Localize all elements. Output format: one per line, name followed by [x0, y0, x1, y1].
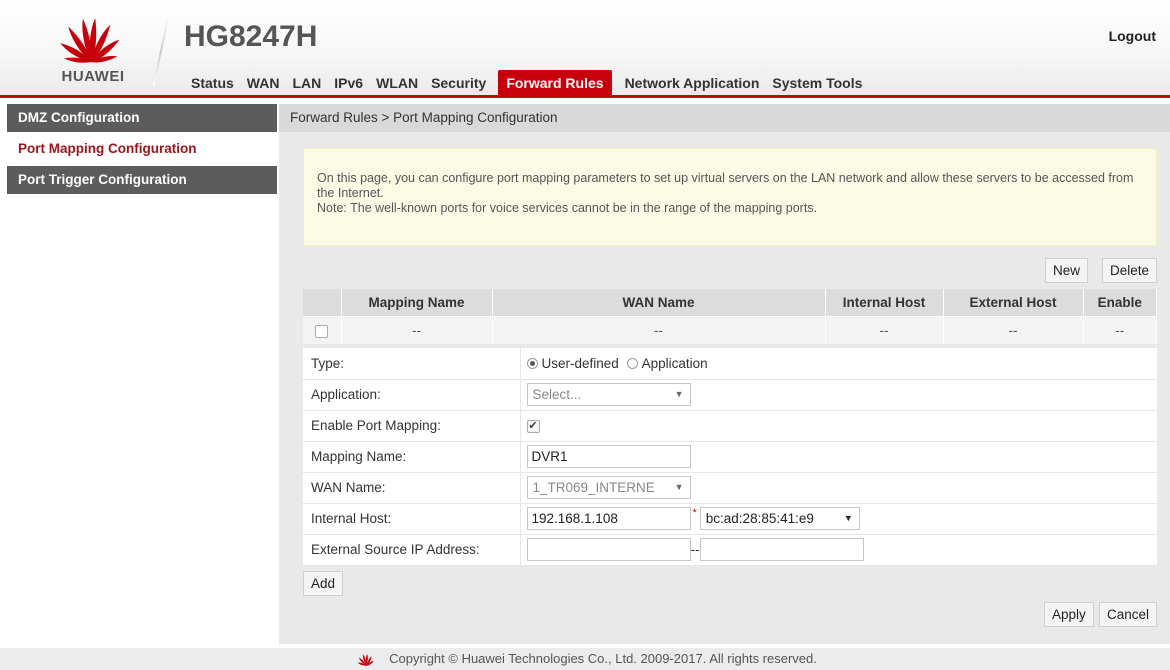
port-mapping-table: Mapping Name WAN Name Internal Host Exte…: [303, 289, 1157, 344]
nav-ipv6[interactable]: IPv6: [329, 70, 368, 96]
nav-wan[interactable]: WAN: [242, 70, 285, 96]
application-select-value: Select...: [532, 387, 582, 402]
wan-name-select-value: 1_TR069_INTERNE: [532, 480, 655, 495]
delete-button[interactable]: Delete: [1102, 258, 1158, 283]
type-user-defined-label[interactable]: User-defined: [542, 356, 619, 371]
table-row-select[interactable]: [303, 315, 342, 344]
info-notice: On this page, you can configure port map…: [303, 148, 1157, 246]
top-nav: Status WAN LAN IPv6 WLAN Security Forwar…: [186, 66, 870, 96]
table-cell-enable: --: [1083, 315, 1157, 344]
wan-name-select[interactable]: 1_TR069_INTERNE ▼: [526, 476, 691, 499]
table-header-mapping-name: Mapping Name: [341, 289, 493, 316]
form-row-type: Type: User-defined Application: [303, 348, 1157, 380]
main-panel: Forward Rules > Port Mapping Configurati…: [279, 104, 1170, 644]
table-cell-internal-host: --: [825, 315, 944, 344]
breadcrumb: Forward Rules > Port Mapping Configurati…: [279, 104, 1170, 132]
required-marker: *: [692, 507, 697, 519]
table-header-internal-host: Internal Host: [825, 289, 944, 316]
nav-lan[interactable]: LAN: [287, 70, 326, 96]
type-user-defined-radio[interactable]: [526, 358, 538, 370]
type-label: Type:: [303, 348, 521, 380]
enable-port-mapping-checkbox[interactable]: ✔: [526, 419, 540, 433]
type-application-label[interactable]: Application: [642, 356, 708, 371]
checkmark-icon: ✔: [528, 419, 538, 432]
apply-button[interactable]: Apply: [1044, 602, 1094, 627]
table-header-wan-name: WAN Name: [492, 289, 826, 316]
port-mapping-form: Type: User-defined Application Applicati…: [303, 348, 1157, 566]
nav-forward-rules[interactable]: Forward Rules: [498, 70, 612, 96]
sidebar-item-dmz-configuration[interactable]: DMZ Configuration: [7, 104, 277, 132]
notice-text: On this page, you can configure port map…: [317, 171, 1134, 200]
new-button[interactable]: New: [1045, 258, 1089, 283]
chevron-down-icon: ▼: [674, 389, 684, 399]
logout-link[interactable]: Logout: [1109, 28, 1156, 44]
footer: Copyright © Huawei Technologies Co., Ltd…: [0, 648, 1170, 670]
huawei-flower-icon: [60, 18, 120, 63]
header: HUAWEI HG8247H Logout Status WAN LAN IPv…: [0, 0, 1170, 98]
form-row-internal-host: Internal Host: 192.168.1.108 * bc:ad:28:85…: [303, 503, 1157, 535]
table-cell-wan-name: --: [492, 315, 826, 344]
row-select-checkbox[interactable]: [315, 324, 329, 338]
application-label: Application:: [303, 379, 521, 411]
mac-address-value: bc:ad:28:85:41:e9: [705, 511, 814, 526]
add-button[interactable]: Add: [303, 571, 344, 596]
mac-address-select[interactable]: bc:ad:28:85:41:e9 ▼: [699, 507, 860, 530]
nav-wlan[interactable]: WLAN: [371, 70, 423, 96]
mapping-name-label: Mapping Name:: [303, 441, 521, 473]
header-divider: [152, 16, 170, 86]
range-separator: --: [690, 542, 700, 557]
nav-status[interactable]: Status: [186, 70, 239, 96]
internal-host-input[interactable]: 192.168.1.108: [526, 507, 691, 530]
chevron-down-icon: ▼: [674, 482, 684, 492]
nav-network-application[interactable]: Network Application: [620, 70, 765, 96]
table-row: -- -- -- -- --: [303, 315, 1157, 344]
wan-name-label: WAN Name:: [303, 472, 521, 504]
sidebar-item-port-trigger-configuration[interactable]: Port Trigger Configuration: [7, 166, 277, 194]
table-header-enable: Enable: [1083, 289, 1157, 316]
mapping-name-input[interactable]: DVR1: [526, 445, 691, 468]
sidebar-item-port-mapping-configuration[interactable]: Port Mapping Configuration: [7, 132, 277, 166]
nav-system-tools[interactable]: System Tools: [767, 70, 867, 96]
form-row-external-source-ip: External Source IP Address: --: [303, 534, 1157, 566]
form-row-application: Application: Select... ▼: [303, 379, 1157, 411]
internal-host-label: Internal Host:: [303, 503, 521, 535]
type-options: User-defined Application: [520, 348, 1157, 380]
type-application-radio[interactable]: [626, 358, 638, 370]
huawei-small-logo-icon: [357, 653, 374, 666]
nav-security[interactable]: Security: [426, 70, 491, 96]
form-row-mapping-name: Mapping Name: DVR1: [303, 441, 1157, 473]
chevron-down-icon: ▼: [843, 513, 853, 523]
device-model: HG8247H: [184, 20, 318, 53]
table-header-row: Mapping Name WAN Name Internal Host Exte…: [303, 289, 1157, 316]
application-select[interactable]: Select... ▼: [526, 383, 691, 406]
table-header-select: [303, 289, 342, 316]
table-cell-mapping-name: --: [341, 315, 493, 344]
external-source-ip-label: External Source IP Address:: [303, 534, 521, 566]
table-cell-external-host: --: [943, 315, 1084, 344]
external-source-ip-end-input[interactable]: [699, 538, 864, 561]
notice-note: Note: The well-known ports for voice ser…: [317, 201, 818, 215]
sidebar: DMZ Configuration Port Mapping Configura…: [7, 104, 277, 194]
form-row-enable-port-mapping: Enable Port Mapping: ✔: [303, 410, 1157, 442]
cancel-button[interactable]: Cancel: [1099, 602, 1158, 627]
form-row-wan-name: WAN Name: 1_TR069_INTERNE ▼: [303, 472, 1157, 504]
enable-port-mapping-label: Enable Port Mapping:: [303, 410, 521, 442]
brand-name: HUAWEI: [61, 68, 125, 85]
huawei-logo: HUAWEI: [36, 6, 146, 92]
external-source-ip-start-input[interactable]: [526, 538, 691, 561]
copyright-text: Copyright © Huawei Technologies Co., Ltd…: [389, 651, 817, 666]
table-header-external-host: External Host: [943, 289, 1084, 316]
